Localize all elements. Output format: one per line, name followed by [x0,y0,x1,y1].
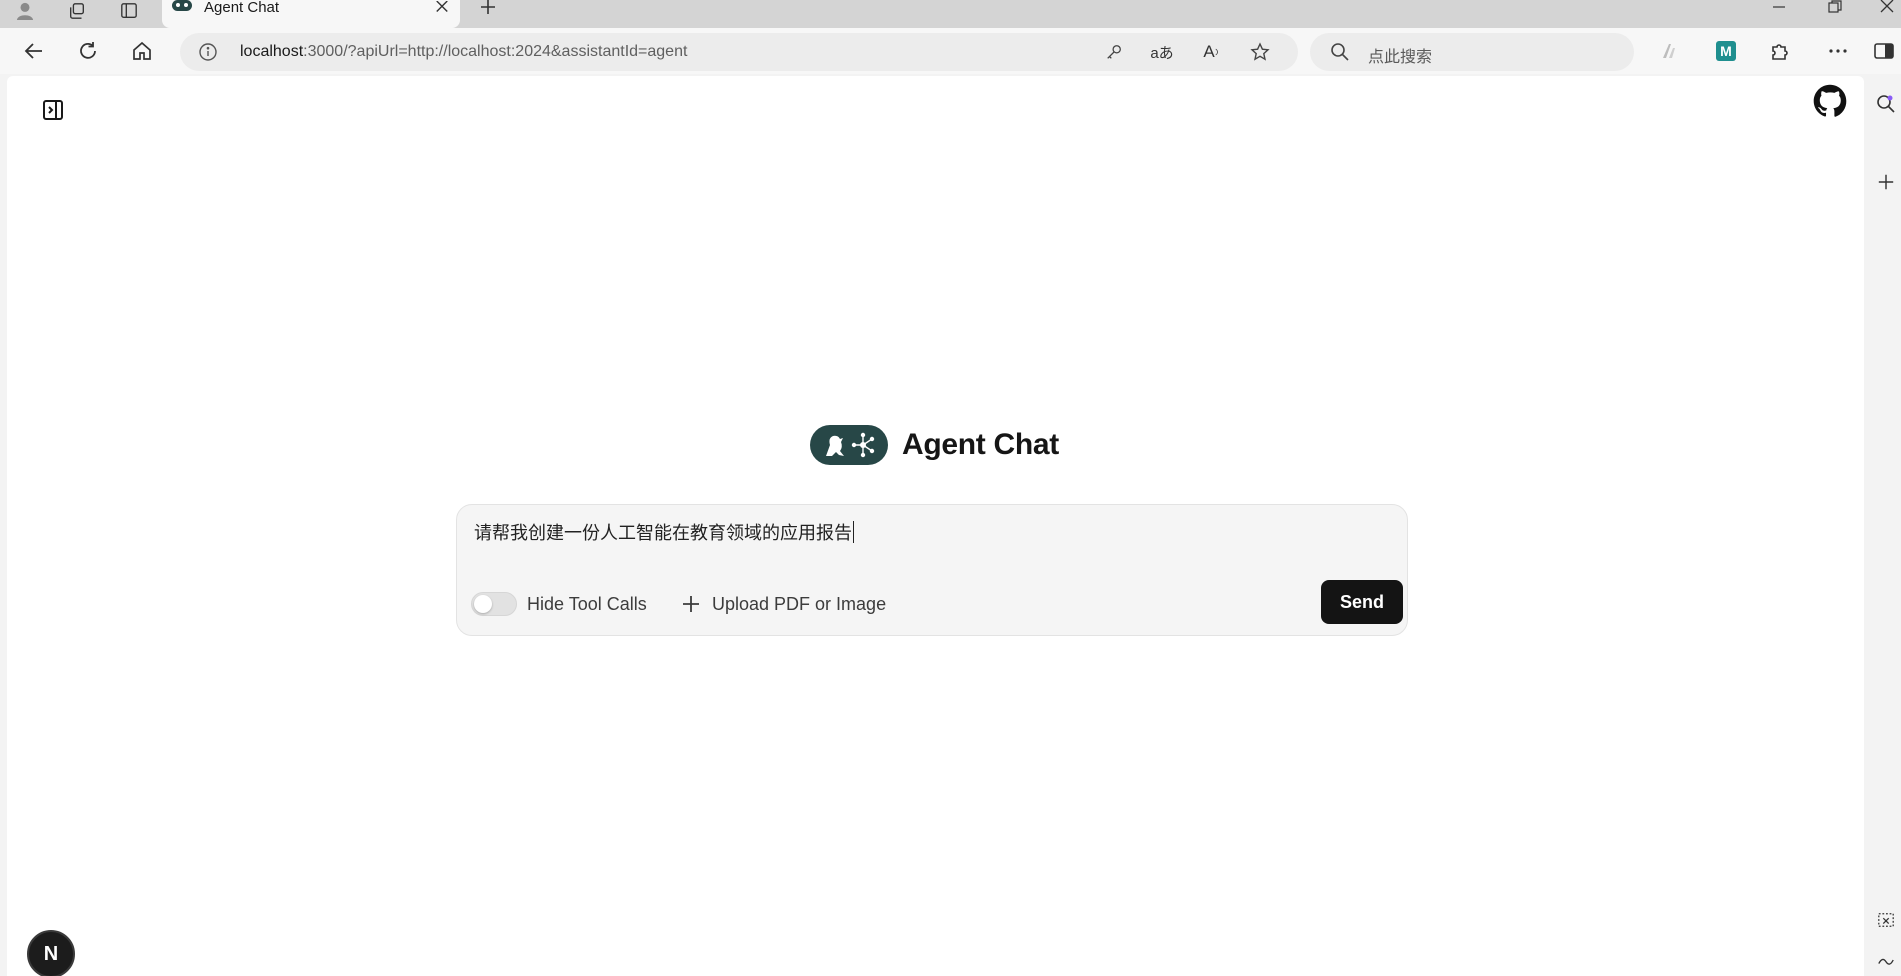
m-extension-icon[interactable]: M [1708,34,1744,68]
nextjs-dev-badge[interactable]: N [27,930,75,976]
tab-agent-chat[interactable]: Agent Chat [162,0,460,28]
tab-strip: Agent Chat [0,0,1901,28]
message-input-text: 请帮我创建一份人工智能在教育领域的应用报告 [474,523,852,544]
langgraph-logo-icon [810,425,888,465]
minimize-icon[interactable] [1756,0,1802,18]
page-content: Agent Chat 请帮我创建一份人工智能在教育领域的应用报告 Hide To… [7,76,1864,976]
toggle-sidebar-button[interactable] [39,96,67,124]
url-rest: :3000/?apiUrl=http://localhost:2024&assi… [303,43,688,60]
favorite-star-icon[interactable] [1248,41,1272,63]
send-button[interactable]: Send [1321,580,1403,624]
address-bar[interactable]: localhost:3000/?apiUrl=http://localhost:… [180,33,1298,71]
close-tab-icon[interactable] [434,0,450,16]
site-info-icon[interactable] [198,42,218,62]
agent-chat-favicon-icon [172,0,192,11]
m-extension-glyph: M [1720,43,1732,59]
text-caret [853,521,854,543]
chat-composer: 请帮我创建一份人工智能在教育领域的应用报告 Hide Tool Calls Up… [456,504,1408,636]
rail-add-icon[interactable] [1874,170,1898,194]
message-input[interactable]: 请帮我创建一份人工智能在教育领域的应用报告 [474,519,854,545]
rail-search-icon[interactable] [1874,92,1898,116]
search-icon [1331,43,1349,61]
back-icon[interactable] [16,34,52,68]
copilot-extension-icon[interactable] [1652,34,1688,68]
read-aloud-icon[interactable]: A [1200,41,1224,63]
read-aloud-glyph: A [1203,42,1215,61]
workspaces-icon[interactable] [60,0,94,22]
rail-screenshot-icon[interactable] [1874,908,1898,932]
url-host: localhost [240,43,304,60]
hide-tool-calls-label[interactable]: Hide Tool Calls [527,594,647,615]
plus-icon [683,596,699,612]
github-icon[interactable] [1813,84,1847,118]
password-key-icon[interactable] [1102,41,1126,63]
profile-avatar-icon[interactable] [8,0,42,22]
new-tab-icon[interactable] [474,0,502,18]
browser-toolbar: localhost:3000/?apiUrl=http://localhost:… [0,28,1901,74]
sidebar-panel-icon[interactable] [1870,34,1898,68]
hide-tool-calls-switch[interactable] [471,592,517,616]
vertical-tabs-icon[interactable] [112,0,146,22]
home-icon[interactable] [124,34,160,68]
rail-settings-icon[interactable] [1874,948,1898,972]
reload-icon[interactable] [70,34,106,68]
translate-icon[interactable]: aあ [1150,41,1174,63]
nextjs-badge-letter: N [43,942,59,965]
browser-side-rail [1866,76,1901,976]
close-window-icon[interactable] [1864,0,1901,18]
app-title: Agent Chat [902,428,1059,461]
more-menu-icon[interactable] [1820,34,1856,68]
upload-label: Upload PDF or Image [712,593,887,614]
tab-title: Agent Chat [204,0,280,16]
restore-icon[interactable] [1812,0,1858,18]
app-brand: Agent Chat [810,424,1059,466]
upload-file-button[interactable]: Upload PDF or Image [680,591,886,617]
switch-knob [474,595,492,613]
browser-search-box[interactable]: 点此搜索 [1310,33,1634,71]
extensions-puzzle-icon[interactable] [1762,34,1798,68]
search-placeholder: 点此搜索 [1368,49,1433,66]
panel-left-icon [43,100,63,120]
url-text[interactable]: localhost:3000/?apiUrl=http://localhost:… [240,43,687,61]
